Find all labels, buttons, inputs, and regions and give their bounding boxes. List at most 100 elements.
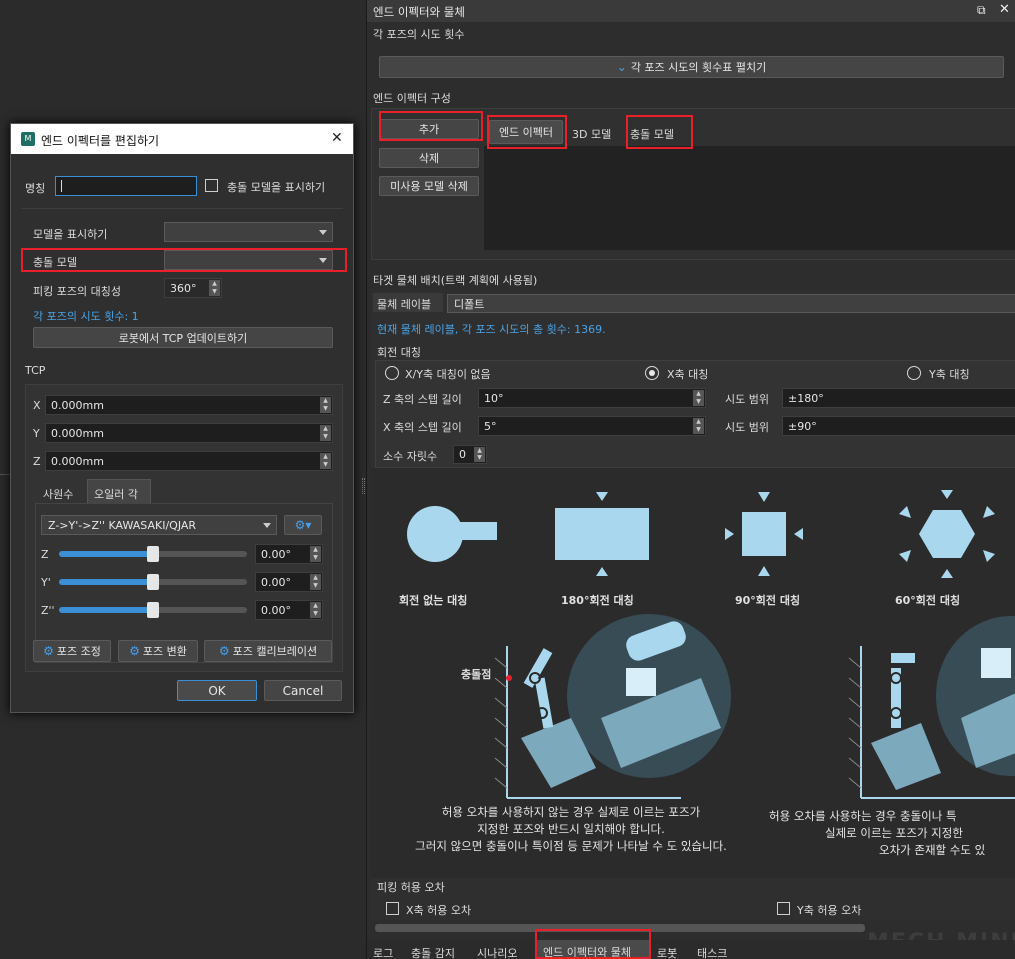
pose-transform-label: 포즈 변환 [142, 645, 187, 658]
x-tolerance-checkbox[interactable] [386, 902, 399, 915]
cancel-button[interactable]: Cancel [264, 680, 342, 701]
bottom-tab-task[interactable]: 태스크 [697, 945, 727, 959]
x-range-input[interactable]: ±90° [782, 416, 1015, 436]
desc-left-line: 허용 오차를 사용하지 않는 경우 실제로 이르는 포즈가 [441, 805, 701, 819]
expand-attempts-label: 각 포즈 시도의 횟수표 펼치기 [630, 61, 767, 74]
object-label-select[interactable]: 디폴트 [447, 294, 1015, 313]
symmetry-180-shape [555, 492, 649, 576]
panel-title: 엔드 이펙터와 물체 [373, 5, 465, 19]
horizontal-scrollbar[interactable] [375, 924, 865, 932]
euler-z-slider-knob[interactable] [147, 546, 159, 562]
show-collision-checkbox[interactable] [205, 179, 218, 192]
radio-no-symmetry[interactable] [385, 366, 399, 380]
attempts-text: 각 포즈의 시도 횟수: 1 [33, 310, 139, 323]
z-step-spinner[interactable]: ▲ ▼ [693, 390, 704, 406]
tcp-y-input[interactable]: 0.000mm ▲ ▼ [45, 423, 333, 443]
tcp-z-label: Z [33, 455, 41, 468]
euler-y-value: 0.00° [261, 575, 291, 589]
radio-x-symmetry[interactable] [645, 366, 659, 380]
decimal-label: 소수 자릿수 [383, 450, 438, 463]
euler-z-slider[interactable] [59, 546, 247, 562]
x-step-input[interactable]: 5° ▲ ▼ [478, 416, 706, 436]
caption-no-symmetry: 회전 없는 대칭 [399, 594, 468, 607]
name-input[interactable] [55, 176, 197, 196]
euler-convention-select[interactable]: Z->Y'->Z'' KAWASAKI/QJAR [41, 515, 277, 535]
show-collision-label: 충돌 모델을 표시하기 [227, 181, 326, 194]
euler-z2-spinner[interactable]: ▲ ▼ [310, 602, 321, 618]
euler-z2-slider-knob[interactable] [147, 602, 159, 618]
desc-right-line: 오차가 존재할 수도 있 [879, 843, 986, 857]
display-model-select[interactable] [164, 222, 333, 242]
bottom-tab-robot[interactable]: 로봇 [657, 945, 677, 959]
bottom-tab-bar [367, 940, 1015, 959]
symmetry-spinner[interactable]: ▲ ▼ [209, 280, 220, 296]
pose-calibration-button[interactable]: ⚙ 포즈 캘리브레이션 [204, 640, 332, 662]
y-tolerance-checkbox[interactable] [777, 902, 790, 915]
tcp-x-input[interactable]: 0.000mm ▲ ▼ [45, 395, 333, 415]
ok-label: OK [208, 683, 226, 698]
decimal-spinner[interactable]: ▲ ▼ [474, 447, 485, 462]
collision-model-select[interactable] [164, 250, 333, 270]
tab-end-effector[interactable]: 엔드 이펙터 [489, 120, 563, 144]
dialog-divider [21, 208, 343, 209]
dialog-title: 엔드 이펙터를 편집하기 [41, 134, 160, 148]
euler-z2-slider[interactable] [59, 602, 247, 618]
x-step-value: 5° [484, 419, 497, 433]
tab-collision-model-label: 충돌 모델 [630, 128, 674, 141]
euler-y-slider[interactable] [59, 574, 247, 590]
bottom-tab-end-effector[interactable]: 엔드 이펙터와 물체 [537, 940, 649, 959]
update-tcp-label: 로봇에서 TCP 업데이트하기 [118, 331, 248, 345]
tab-euler[interactable]: 오일러 각 [87, 479, 151, 503]
delete-unused-button[interactable]: 미사용 모델 삭제 [379, 176, 479, 196]
chevron-down-icon [263, 523, 271, 528]
close-icon[interactable]: ✕ [999, 2, 1010, 17]
x-range-value: ±90° [788, 419, 817, 433]
bottom-tab-scenario[interactable]: 시나리오 [477, 945, 517, 959]
add-button[interactable]: 추가 [379, 119, 479, 139]
tcp-z-spinner[interactable]: ▲ ▼ [320, 453, 331, 469]
bottom-tab-log[interactable]: 로그 [373, 945, 393, 959]
euler-y-slider-knob[interactable] [147, 574, 159, 590]
pose-adjust-label: 포즈 조정 [56, 645, 101, 658]
pose-transform-button[interactable]: ⚙ 포즈 변환 [118, 640, 198, 662]
splitter-handle[interactable] [362, 478, 365, 494]
euler-z2-input[interactable]: 0.00° ▲ ▼ [255, 600, 323, 620]
tcp-z-value: 0.000mm [51, 454, 104, 468]
ok-button[interactable]: OK [177, 680, 257, 701]
expand-attempts-button[interactable]: ⌄ 각 포즈 시도의 횟수표 펼치기 [379, 56, 1004, 78]
z-range-input[interactable]: ±180° [782, 388, 1015, 408]
euler-z-input[interactable]: 0.00° ▲ ▼ [255, 544, 323, 564]
tab-quaternion[interactable]: 사원수 [35, 481, 87, 503]
restore-icon[interactable]: ⧉ [977, 3, 986, 18]
tab-3d-model[interactable]: 3D 모델 [572, 126, 611, 142]
object-label-value: 디폴트 [454, 297, 485, 311]
bottom-tab-collision[interactable]: 충돌 감지 [411, 945, 455, 959]
tcp-y-spinner[interactable]: ▲ ▼ [320, 425, 331, 441]
symmetry-input[interactable]: 360° ▲ ▼ [164, 278, 222, 298]
euler-settings-button[interactable]: ⚙▾ [284, 515, 322, 535]
x-tolerance-label: X축 허용 오차 [406, 904, 472, 917]
euler-z-spinner[interactable]: ▲ ▼ [310, 546, 321, 562]
desc-right: 허용 오차를 사용하는 경우 충돌이나 특 실제로 이르는 포즈가 지정한 오차… [769, 808, 1015, 859]
euler-z2-label: Z'' [41, 604, 55, 617]
collision-model-label: 충돌 모델 [33, 256, 77, 269]
delete-button[interactable]: 삭제 [379, 148, 479, 168]
update-tcp-button[interactable]: 로봇에서 TCP 업데이트하기 [33, 327, 333, 348]
tcp-z-input[interactable]: 0.000mm ▲ ▼ [45, 451, 333, 471]
euler-z-slider-fill [59, 551, 153, 557]
collision-point-label: 충돌점 [461, 668, 492, 681]
x-step-spinner[interactable]: ▲ ▼ [693, 418, 704, 434]
desc-left-line: 그러지 않으면 충돌이나 특이점 등 문제가 나타날 수 도 있습니다. [415, 839, 727, 853]
tab-collision-model[interactable]: 충돌 모델 [630, 126, 674, 142]
pose-adjust-button[interactable]: ⚙ 포즈 조정 [33, 640, 111, 662]
desc-left: 허용 오차를 사용하지 않는 경우 실제로 이르는 포즈가 지정한 포즈와 반드… [381, 804, 761, 855]
euler-y-spinner[interactable]: ▲ ▼ [310, 574, 321, 590]
bottom-tab-log-label: 로그 [373, 947, 394, 959]
tcp-x-spinner[interactable]: ▲ ▼ [320, 397, 331, 413]
radio-y-symmetry[interactable] [907, 366, 921, 380]
euler-y-input[interactable]: 0.00° ▲ ▼ [255, 572, 323, 592]
z-step-input[interactable]: 10° ▲ ▼ [478, 388, 706, 408]
close-icon[interactable]: ✕ [331, 130, 343, 146]
decimal-input[interactable]: 0 ▲ ▼ [453, 445, 487, 464]
bottom-tab-scenario-label: 시나리오 [477, 947, 518, 959]
